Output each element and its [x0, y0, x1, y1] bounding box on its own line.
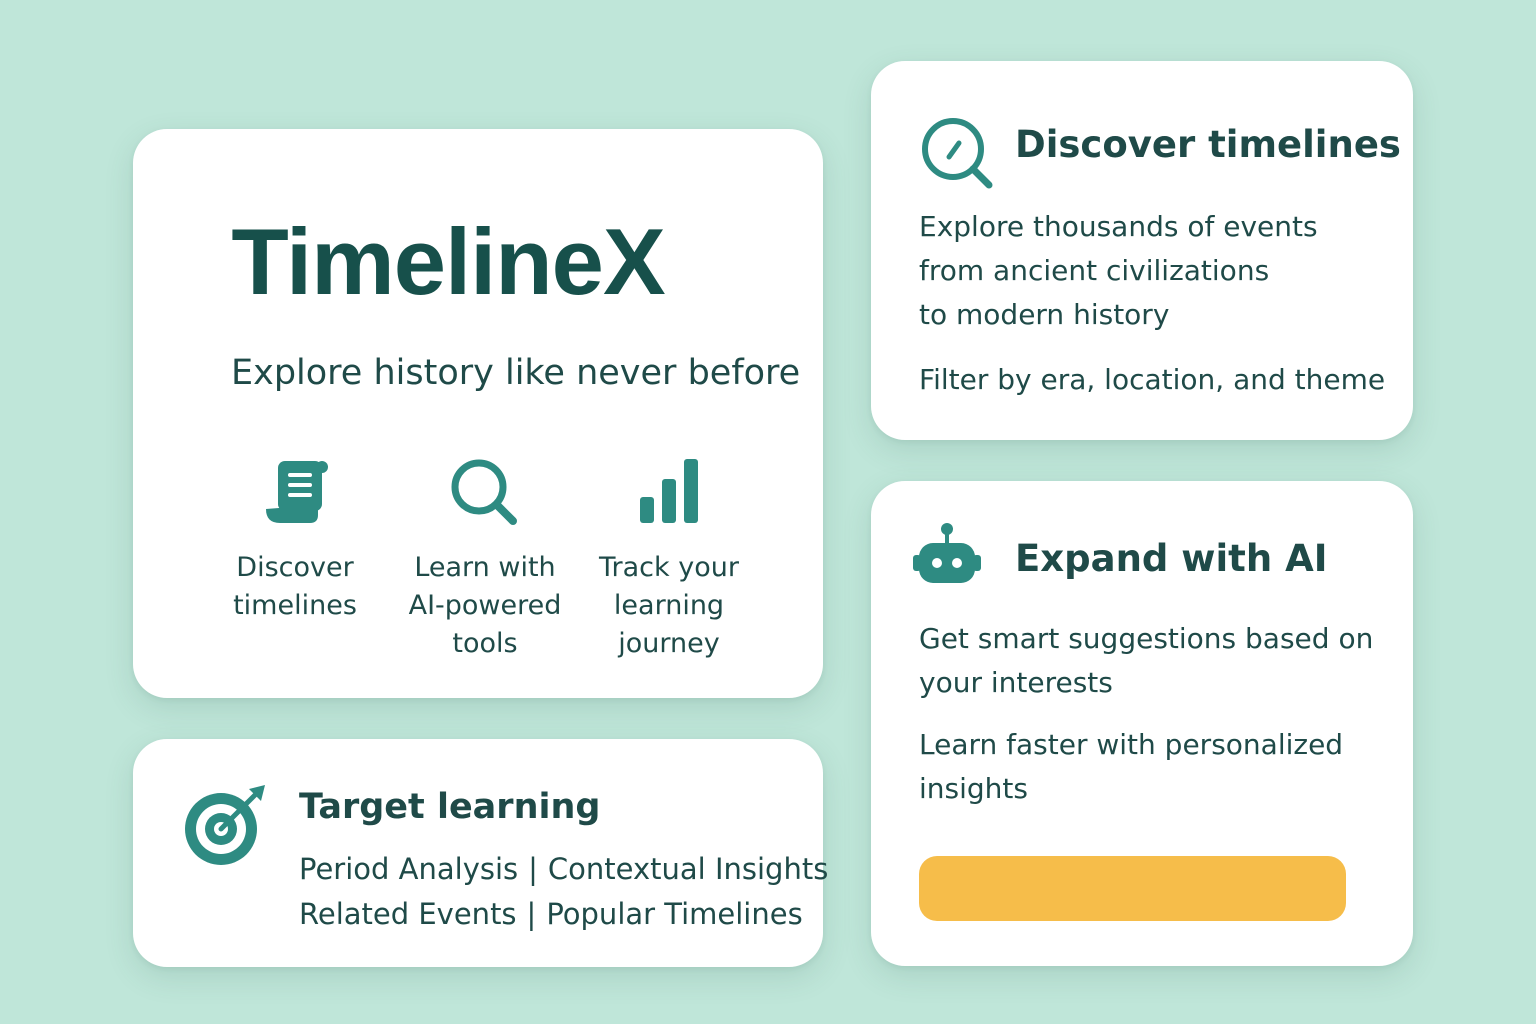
- bar-chart-icon: [640, 459, 698, 523]
- discover-timelines-card: Discover timelines Explore thousands of …: [871, 61, 1413, 440]
- discover-title: Discover timelines: [1015, 123, 1401, 166]
- feature-discover[interactable]: Discover timelines: [205, 457, 385, 625]
- scroll-icon: [266, 461, 328, 523]
- ai-description: Get smart suggestions based on your inte…: [919, 622, 1374, 699]
- feature-track[interactable]: Track your learning journey: [579, 457, 759, 663]
- brand-title: TimelineX: [231, 209, 665, 314]
- target-icon: [185, 785, 265, 865]
- expand-ai-card: Expand with AI Get smart suggestions bas…: [871, 481, 1413, 966]
- hero-card: TimelineX Explore history like never bef…: [133, 129, 823, 698]
- filter-text: Filter by era, location, and theme: [919, 363, 1386, 396]
- tagline: Explore history like never before: [231, 353, 801, 393]
- ai-insights-text: Learn faster with personalized insights: [919, 728, 1344, 805]
- feature-learn[interactable]: Learn with AI-powered tools: [395, 457, 575, 663]
- feature-track-label: Track your learning journey: [599, 552, 739, 659]
- tag-popular-timelines[interactable]: Popular Timelines: [546, 897, 802, 931]
- feature-learn-label: Learn with AI-powered tools: [408, 552, 562, 659]
- cta-button[interactable]: [919, 856, 1346, 921]
- target-learning-card: Target learning Period Analysis | Contextu…: [133, 739, 828, 967]
- feature-discover-label: Discover timelines: [233, 552, 357, 621]
- separator: |: [526, 897, 537, 931]
- search-icon: [451, 459, 517, 525]
- tag-related-events[interactable]: Related Events: [299, 897, 517, 931]
- tag-period-analysis[interactable]: Period Analysis: [299, 852, 518, 886]
- robot-icon: [913, 523, 981, 583]
- separator: |: [528, 852, 538, 886]
- discover-description: Explore thousands of events from ancient…: [919, 210, 1318, 331]
- search-icon: [922, 118, 993, 189]
- expand-ai-title: Expand with AI: [1015, 537, 1328, 580]
- target-learning-title: Target learning: [299, 787, 601, 827]
- tag-contextual-insights[interactable]: Contextual Insights: [548, 852, 828, 886]
